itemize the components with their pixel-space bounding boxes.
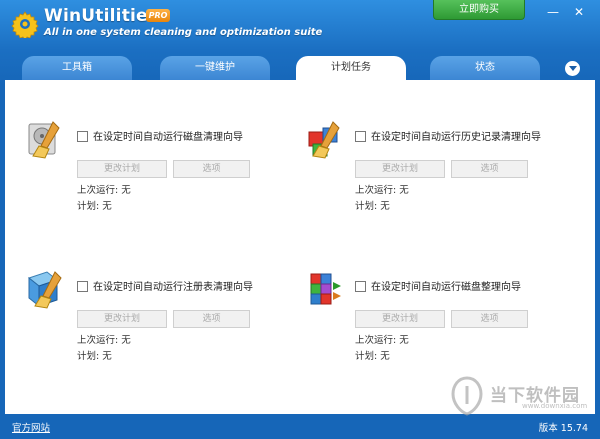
task-checkbox[interactable] (77, 131, 88, 142)
tab-scheduled-tasks[interactable]: 计划任务 (296, 56, 406, 82)
history-cleaner-icon (308, 121, 340, 159)
task-checkbox[interactable] (355, 281, 366, 292)
tab-status[interactable]: 状态 (430, 56, 540, 80)
app-subtitle: All in one system cleaning and optimizat… (44, 27, 323, 38)
app-title: WinUtilities (44, 6, 159, 26)
pro-badge: PRO (146, 9, 170, 22)
task-checkbox[interactable] (77, 281, 88, 292)
task-label: 在设定时间自动运行磁盘清理向导 (93, 132, 243, 143)
options-button[interactable]: 选项 (173, 310, 250, 328)
chevron-down-icon[interactable] (565, 61, 580, 76)
scheduled-tasks-panel: 在设定时间自动运行磁盘清理向导 更改计划 选项 上次运行: 无 计划: 无 在设… (5, 80, 595, 414)
plan-text: 计划: 无 (77, 201, 112, 212)
plan-text: 计划: 无 (77, 351, 112, 362)
task-history-cleaner: 在设定时间自动运行历史记录清理向导 更改计划 选项 上次运行: 无 计划: 无 (303, 118, 563, 228)
version-label: 版本 15.74 (538, 423, 588, 434)
app-window: WinUtilities PRO All in one system clean… (0, 0, 600, 439)
last-run-text: 上次运行: 无 (355, 185, 409, 196)
watermark-logo-icon (451, 376, 483, 416)
task-checkbox[interactable] (355, 131, 366, 142)
change-schedule-button[interactable]: 更改计划 (355, 310, 445, 328)
last-run-text: 上次运行: 无 (77, 185, 131, 196)
registry-cleaner-icon (27, 271, 62, 309)
last-run-text: 上次运行: 无 (355, 335, 409, 346)
options-button[interactable]: 选项 (451, 160, 528, 178)
watermark-url: www.downxia.com (522, 402, 588, 410)
plan-text: 计划: 无 (355, 351, 390, 362)
task-label: 在设定时间自动运行注册表清理向导 (93, 282, 253, 293)
disk-defrag-icon (310, 273, 341, 305)
task-registry-cleaner: 在设定时间自动运行注册表清理向导 更改计划 选项 上次运行: 无 计划: 无 (25, 268, 285, 378)
change-schedule-button[interactable]: 更改计划 (77, 310, 167, 328)
disk-cleaner-icon (28, 121, 60, 159)
task-label: 在设定时间自动运行磁盘整理向导 (371, 282, 521, 293)
task-label: 在设定时间自动运行历史记录清理向导 (371, 132, 541, 143)
official-website-link[interactable]: 官方网站 (12, 420, 50, 434)
plan-text: 计划: 无 (355, 201, 390, 212)
minimize-icon[interactable]: — (546, 5, 560, 19)
options-button[interactable]: 选项 (451, 310, 528, 328)
task-disk-cleaner: 在设定时间自动运行磁盘清理向导 更改计划 选项 上次运行: 无 计划: 无 (25, 118, 285, 228)
last-run-text: 上次运行: 无 (77, 335, 131, 346)
tab-one-click-maintenance[interactable]: 一键维护 (160, 56, 270, 80)
tab-toolbox[interactable]: 工具箱 (22, 56, 132, 80)
buy-now-button[interactable]: 立即购买 (433, 0, 525, 20)
options-button[interactable]: 选项 (173, 160, 250, 178)
task-disk-defrag: 在设定时间自动运行磁盘整理向导 更改计划 选项 上次运行: 无 计划: 无 (303, 268, 563, 378)
close-icon[interactable]: ✕ (572, 5, 586, 19)
change-schedule-button[interactable]: 更改计划 (77, 160, 167, 178)
change-schedule-button[interactable]: 更改计划 (355, 160, 445, 178)
gear-logo-icon (11, 11, 39, 38)
